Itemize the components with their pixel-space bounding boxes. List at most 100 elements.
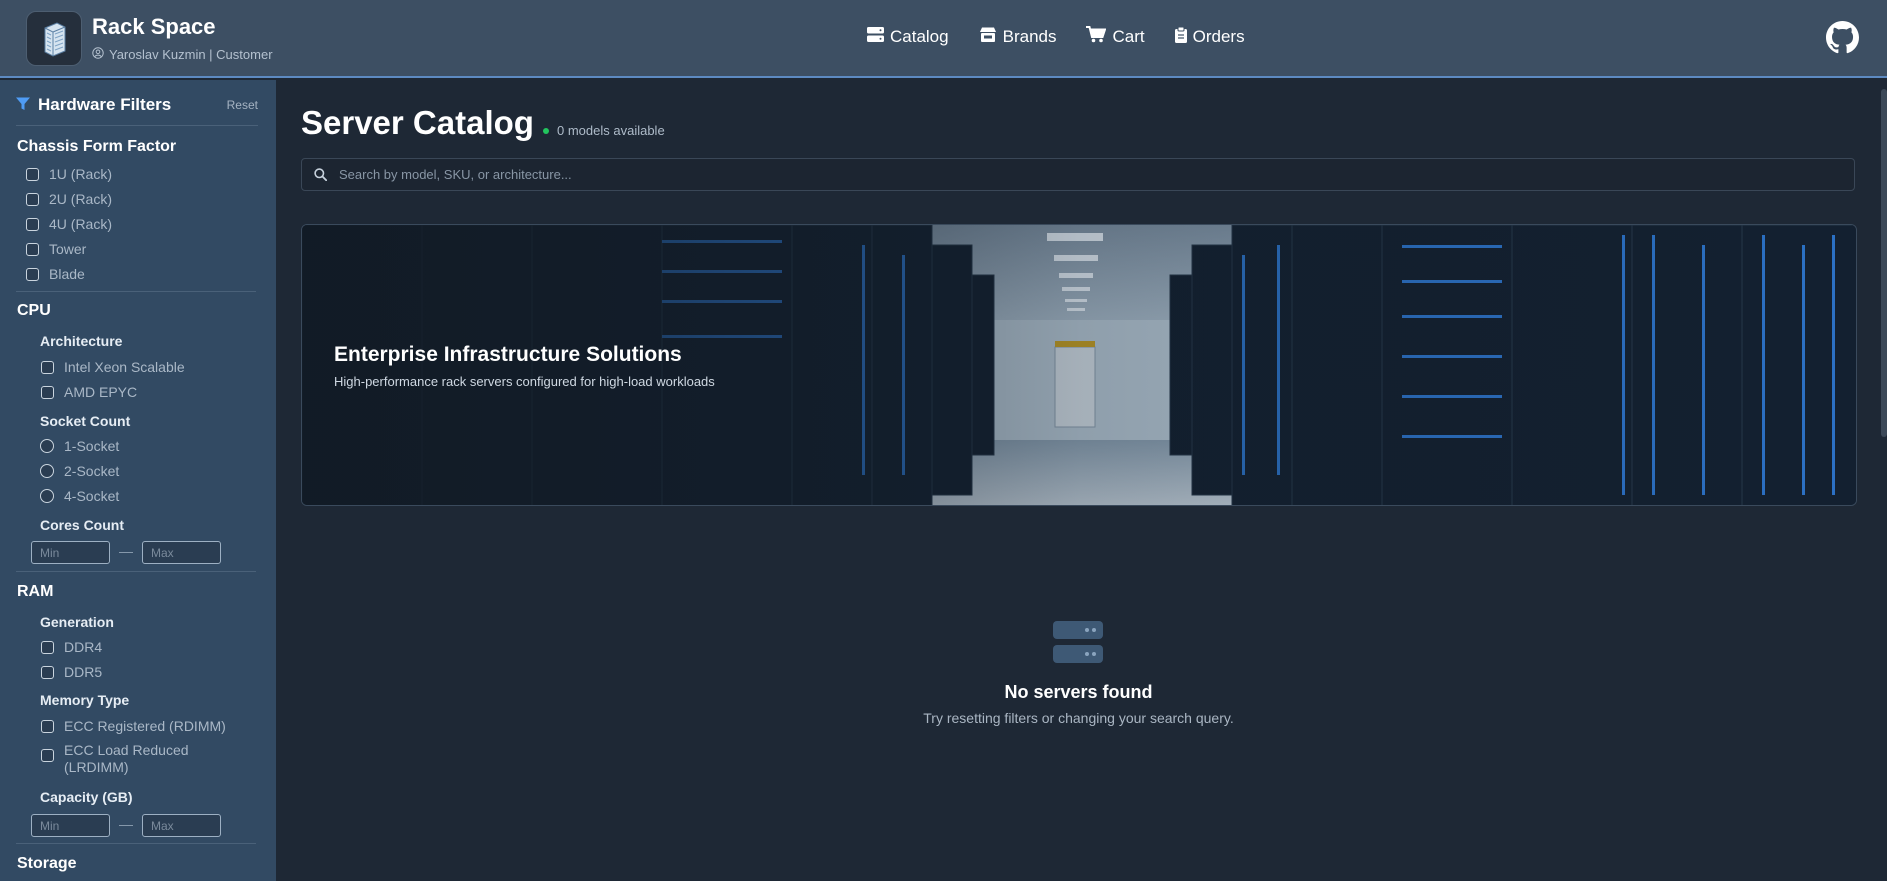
empty-state-subtitle: Try resetting filters or changing your s…: [923, 710, 1234, 726]
filter-funnel-icon: [16, 97, 30, 116]
user-circle-icon: [92, 47, 104, 62]
filters-title: Hardware Filters: [38, 95, 172, 114]
chassis-option-label: Tower: [49, 241, 87, 257]
page-scrollbar[interactable]: [1881, 89, 1887, 437]
arch-option-label: Intel Xeon Scalable: [64, 359, 185, 375]
gen-option-label: DDR4: [64, 639, 103, 655]
hero-subtitle: High-performance rack servers configured…: [334, 374, 715, 389]
socket-option-label: 2-Socket: [64, 463, 120, 479]
cpu-section-title: CPU: [17, 302, 51, 319]
radio[interactable]: [40, 439, 54, 453]
checkbox[interactable]: [41, 360, 54, 374]
cores-count-title: Cores Count: [40, 517, 124, 533]
storage-section-title: Storage: [17, 855, 77, 872]
ram-section-title: RAM: [17, 583, 54, 600]
arch-option-intel[interactable]: Intel Xeon Scalable: [41, 359, 185, 375]
capacity-title: Capacity (GB): [40, 789, 133, 805]
main-nav: Catalog Brands Cart Orders: [867, 26, 1245, 48]
chassis-option-2u[interactable]: 2U (Rack): [26, 191, 112, 207]
models-count: 0 models available: [557, 123, 665, 138]
hero-banner: Enterprise Infrastructure Solutions High…: [301, 224, 1857, 506]
memtype-option-label: ECC Registered (RDIMM): [64, 718, 226, 734]
store-icon: [979, 27, 997, 47]
chassis-option-4u[interactable]: 4U (Rack): [26, 216, 112, 232]
nav-brands[interactable]: Brands: [979, 26, 1057, 48]
github-icon[interactable]: [1826, 21, 1859, 54]
capacity-min-input[interactable]: [31, 814, 110, 837]
checkbox[interactable]: [26, 242, 39, 256]
memtype-option-lrdimm[interactable]: ECC Load Reduced (LRDIMM): [41, 742, 214, 776]
hero-title: Enterprise Infrastructure Solutions: [334, 343, 682, 366]
app-title[interactable]: Rack Space: [92, 14, 216, 40]
checkbox[interactable]: [26, 192, 39, 206]
nav-catalog[interactable]: Catalog: [867, 26, 949, 48]
socket-option-4[interactable]: 4-Socket: [40, 488, 119, 504]
gen-option-ddr4[interactable]: DDR4: [41, 639, 102, 655]
nav-cart-label: Cart: [1112, 27, 1145, 46]
socket-option-1[interactable]: 1-Socket: [40, 438, 119, 454]
chassis-option-tower[interactable]: Tower: [26, 241, 86, 257]
models-count-badge: 0 models available: [543, 123, 665, 138]
socket-count-title: Socket Count: [40, 413, 131, 429]
server-icon: [867, 27, 884, 47]
search-input[interactable]: [339, 159, 1839, 190]
chassis-option-1u[interactable]: 1U (Rack): [26, 166, 112, 182]
checkbox[interactable]: [41, 719, 54, 733]
gen-option-ddr5[interactable]: DDR5: [41, 664, 102, 680]
divider: [16, 843, 256, 844]
memtype-option-rdimm[interactable]: ECC Registered (RDIMM): [41, 718, 226, 734]
checkbox[interactable]: [26, 267, 39, 281]
server-icon: [1053, 621, 1103, 664]
chassis-option-label: 1U (Rack): [49, 166, 113, 182]
empty-state-title: No servers found: [1004, 682, 1153, 702]
nav-catalog-label: Catalog: [890, 27, 949, 46]
filters-header: Hardware Filters Reset: [16, 94, 258, 126]
filters-sidebar: Hardware Filters Reset Chassis Form Fact…: [0, 80, 276, 881]
chassis-option-label: Blade: [49, 266, 85, 282]
radio[interactable]: [40, 464, 54, 478]
top-header: Rack Space Yaroslav Kuzmin | Customer Ca…: [0, 0, 1887, 78]
socket-option-2[interactable]: 2-Socket: [40, 463, 119, 479]
nav-cart[interactable]: Cart: [1086, 26, 1145, 48]
status-dot-icon: [543, 127, 549, 134]
divider: [16, 571, 256, 572]
user-line: Yaroslav Kuzmin | Customer: [109, 47, 273, 62]
generation-title: Generation: [40, 614, 114, 630]
socket-option-label: 4-Socket: [64, 488, 120, 504]
chassis-section-title: Chassis Form Factor: [17, 138, 177, 155]
gen-option-label: DDR5: [64, 664, 103, 680]
nav-brands-label: Brands: [1002, 27, 1057, 46]
arch-option-label: AMD EPYC: [64, 384, 138, 400]
page-title: Server Catalog: [301, 104, 534, 141]
chassis-option-label: 4U (Rack): [49, 216, 113, 232]
cart-icon: [1086, 26, 1107, 48]
memtype-option-label: ECC Load Reduced (LRDIMM): [64, 742, 189, 775]
nav-orders-label: Orders: [1192, 27, 1245, 46]
search-bar[interactable]: [301, 158, 1855, 191]
checkbox[interactable]: [26, 167, 39, 181]
rack-logo-icon[interactable]: [26, 11, 82, 66]
architecture-title: Architecture: [40, 333, 123, 349]
cores-max-input[interactable]: [142, 541, 221, 564]
search-icon: [314, 168, 328, 186]
range-dash: [119, 552, 133, 553]
capacity-max-input[interactable]: [142, 814, 221, 837]
nav-orders[interactable]: Orders: [1174, 26, 1245, 48]
chassis-option-blade[interactable]: Blade: [26, 266, 85, 282]
divider: [16, 291, 256, 292]
chassis-option-label: 2U (Rack): [49, 191, 113, 207]
checkbox[interactable]: [41, 665, 54, 679]
reset-filters-button[interactable]: Reset: [227, 98, 258, 112]
checkbox[interactable]: [41, 640, 54, 654]
checkbox[interactable]: [26, 217, 39, 231]
range-dash: [119, 825, 133, 826]
user-info: Yaroslav Kuzmin | Customer: [92, 47, 273, 62]
checkbox[interactable]: [41, 749, 54, 762]
radio[interactable]: [40, 489, 54, 503]
socket-option-label: 1-Socket: [64, 438, 120, 454]
arch-option-amd[interactable]: AMD EPYC: [41, 384, 137, 400]
memory-type-title: Memory Type: [40, 692, 130, 708]
checkbox[interactable]: [41, 385, 54, 399]
cores-min-input[interactable]: [31, 541, 110, 564]
clipboard-icon: [1174, 26, 1187, 48]
